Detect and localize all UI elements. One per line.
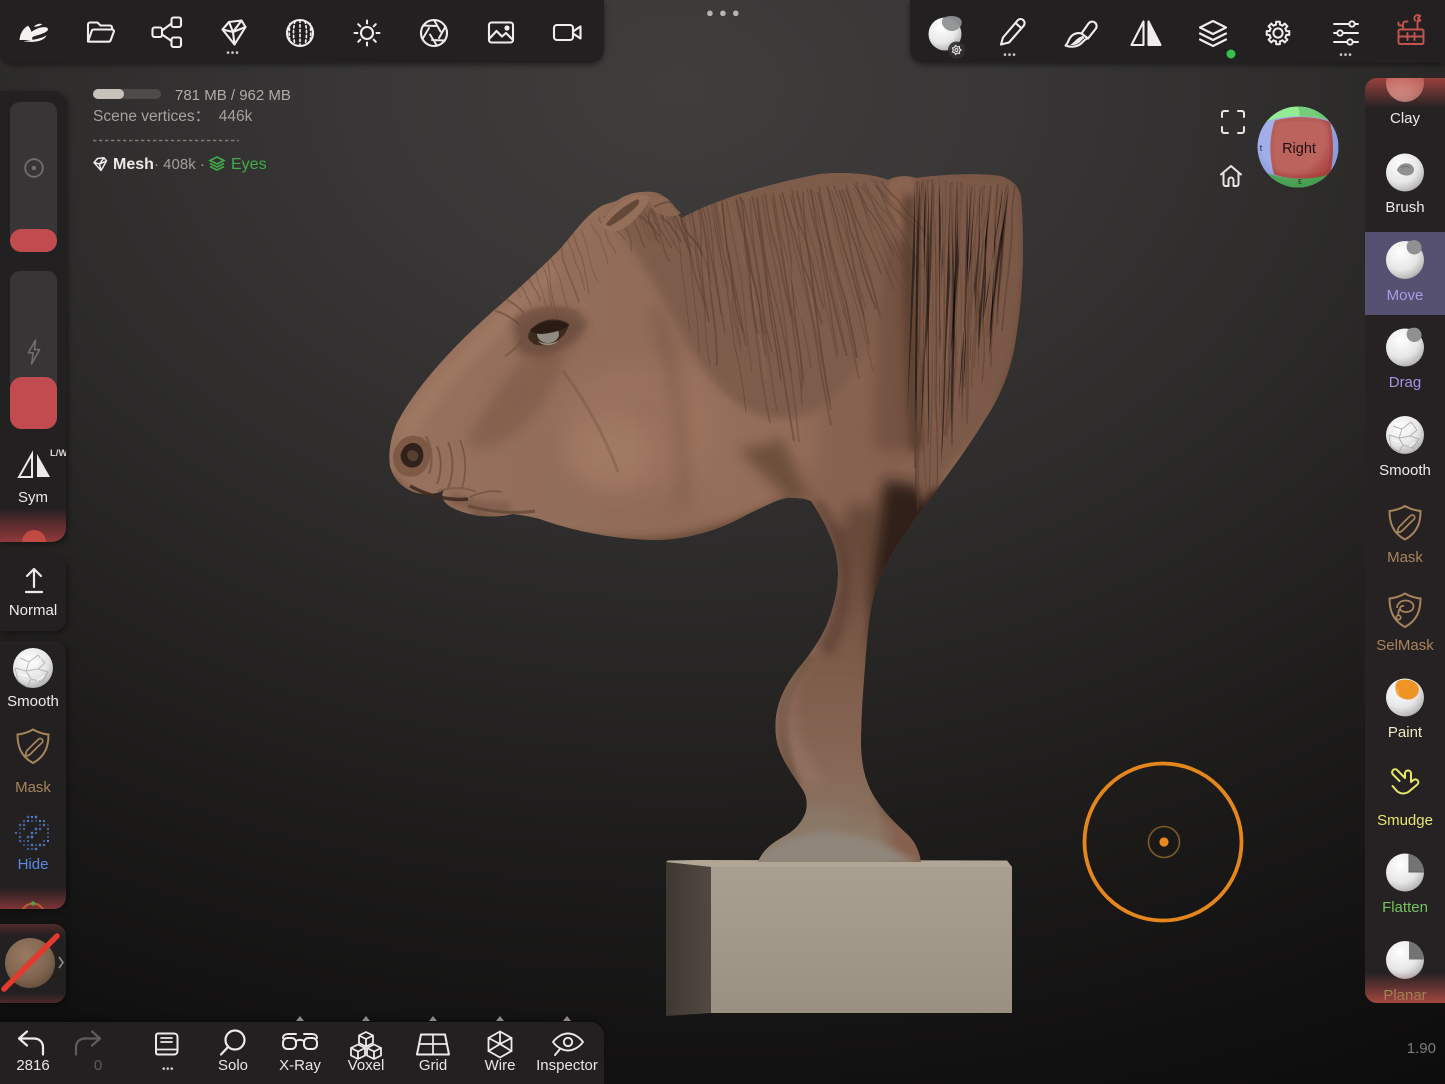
svg-text:Wire: Wire: [485, 1057, 516, 1074]
svg-text:Inspector: Inspector: [536, 1057, 598, 1074]
svg-text:0: 0: [94, 1057, 102, 1074]
svg-text:Smooth: Smooth: [7, 693, 59, 710]
svg-text:SelMask: SelMask: [1376, 637, 1434, 654]
svg-text:2816: 2816: [16, 1057, 49, 1074]
svg-text:Grid: Grid: [419, 1057, 447, 1074]
svg-text:781 MB / 962 MB: 781 MB / 962 MB: [175, 87, 291, 104]
svg-text:X-Ray: X-Ray: [279, 1057, 321, 1074]
svg-text:Smudge: Smudge: [1377, 812, 1433, 829]
svg-text:•••: •••: [1003, 50, 1017, 61]
svg-text:Scene vertices： 446k: Scene vertices： 446k: [93, 108, 253, 125]
svg-text:Drag: Drag: [1389, 374, 1422, 391]
svg-text:•••: •••: [1339, 50, 1353, 61]
svg-text:Voxel: Voxel: [348, 1057, 385, 1074]
svg-text:Mask: Mask: [15, 779, 51, 796]
svg-text:· 408k ·: · 408k ·: [154, 156, 205, 173]
svg-text:•••: •••: [162, 1064, 174, 1075]
svg-text:Mesh: Mesh: [113, 156, 154, 173]
svg-text:Eyes: Eyes: [231, 156, 267, 173]
svg-text:•••: •••: [226, 48, 240, 59]
svg-text:Smooth: Smooth: [1379, 462, 1431, 479]
svg-text:Flatten: Flatten: [1382, 899, 1428, 916]
svg-text:Brush: Brush: [1385, 199, 1424, 216]
svg-text:ε: ε: [1298, 176, 1302, 186]
svg-text:Move: Move: [1387, 287, 1424, 304]
svg-text:Right: Right: [1282, 141, 1316, 157]
svg-text:Clay: Clay: [1390, 110, 1421, 127]
svg-text:Hide: Hide: [18, 856, 49, 873]
svg-text:Paint: Paint: [1388, 724, 1423, 741]
svg-text:Solo: Solo: [218, 1057, 248, 1074]
svg-text:L/W: L/W: [50, 448, 66, 459]
svg-text:Mask: Mask: [1387, 549, 1423, 566]
